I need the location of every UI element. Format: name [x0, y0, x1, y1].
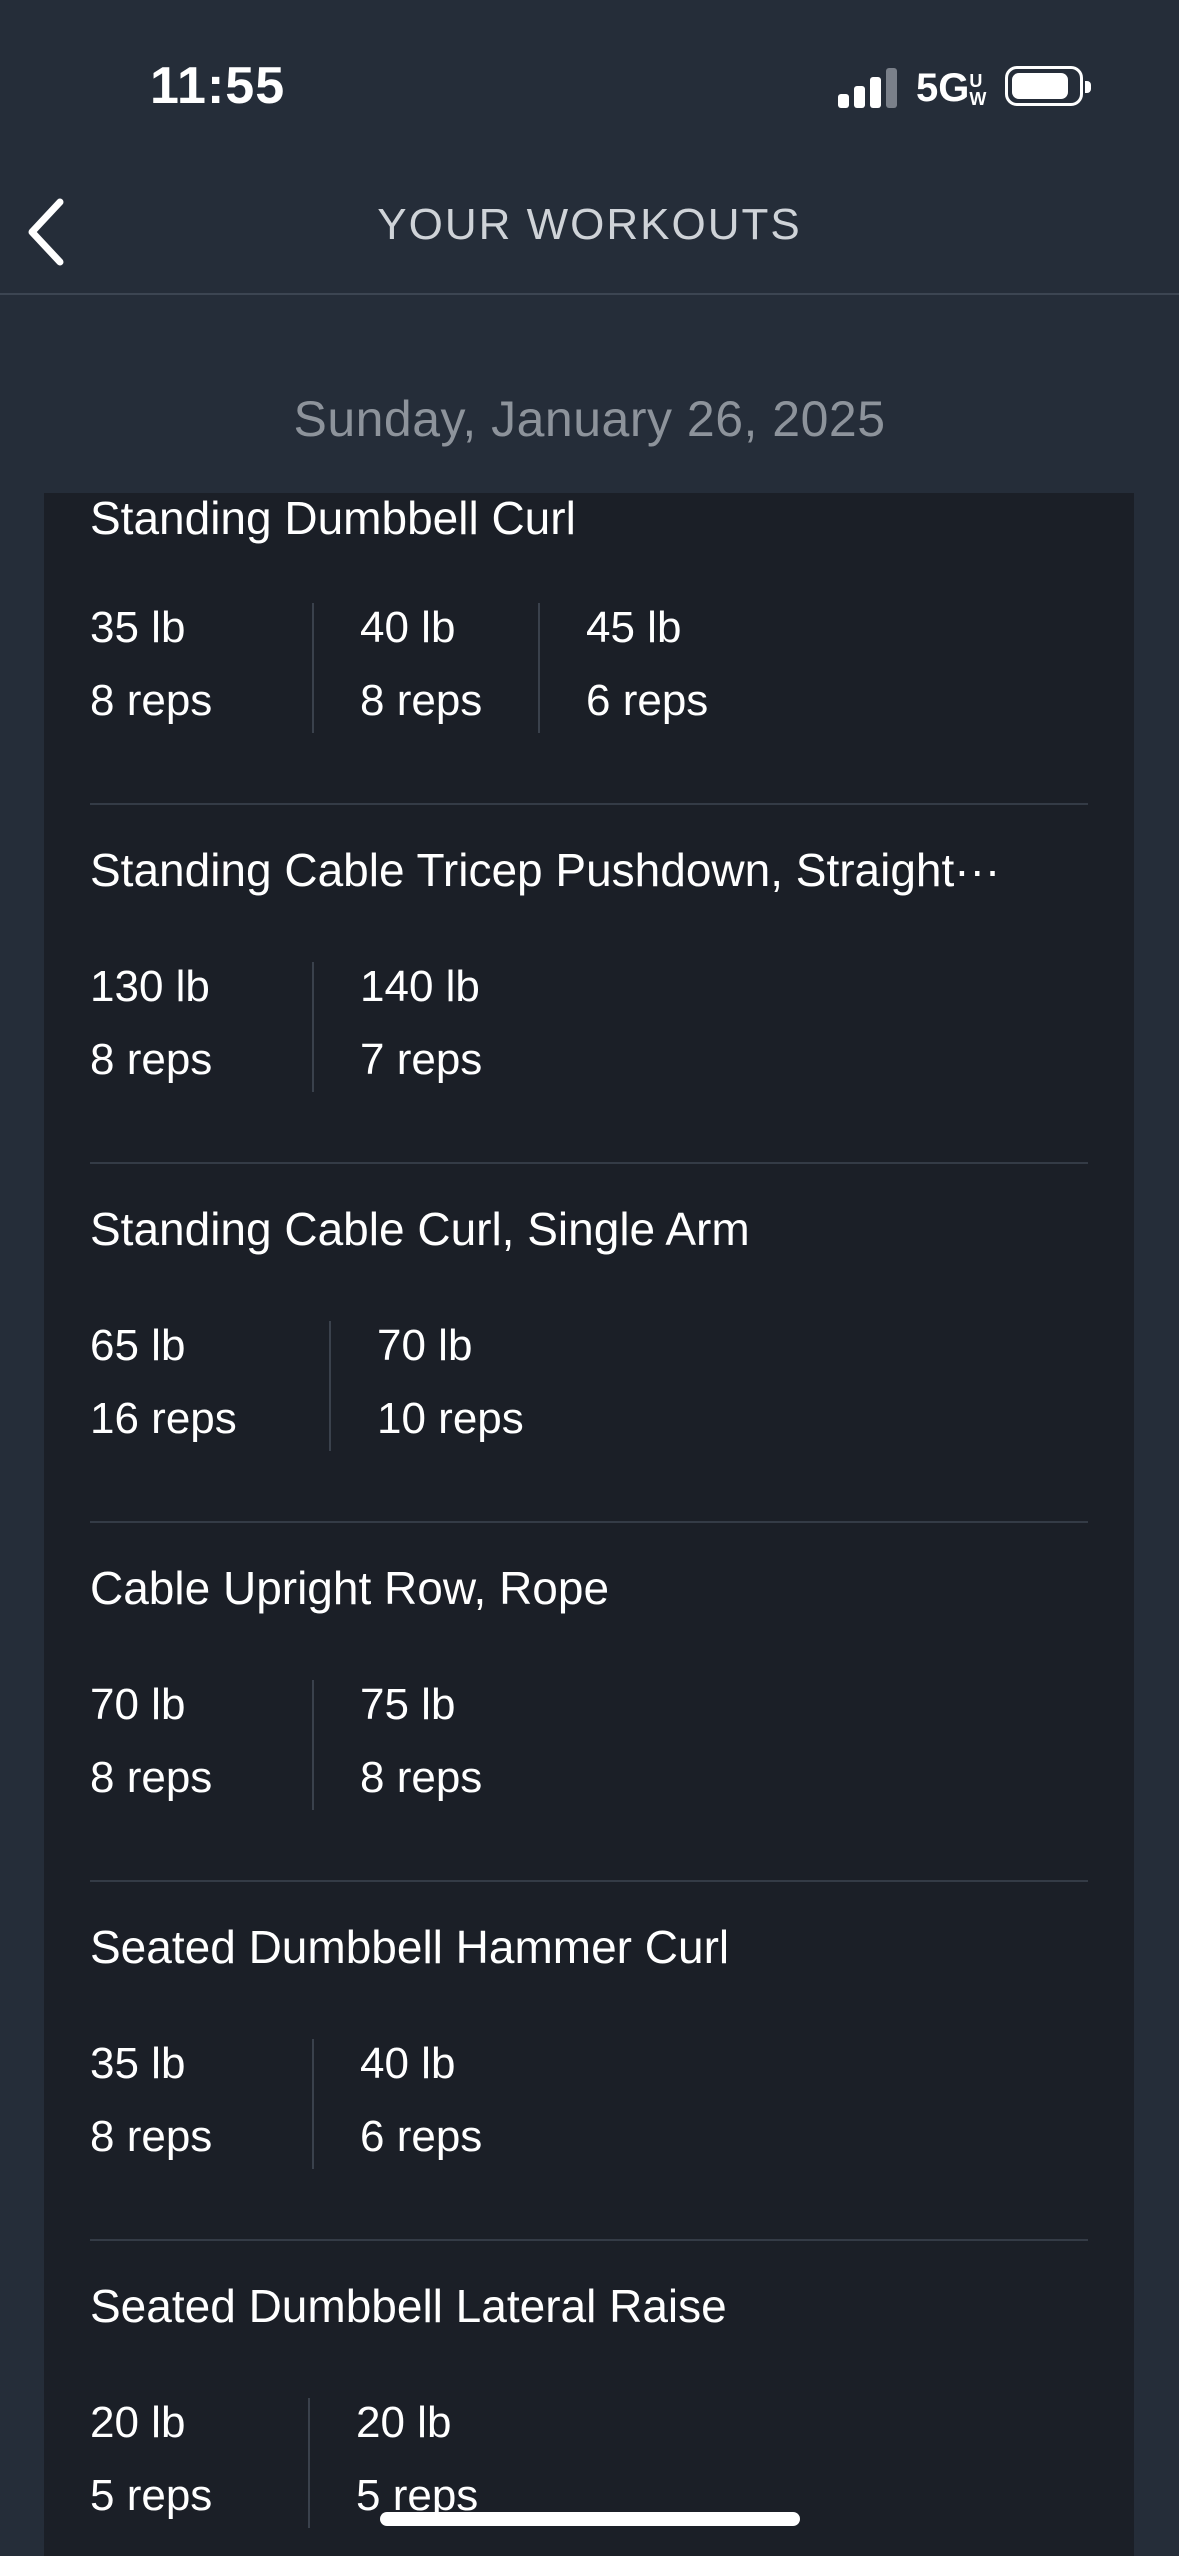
set-divider: [312, 1680, 314, 1810]
signal-icon: [838, 66, 898, 108]
set-reps: 6 reps: [586, 676, 709, 725]
set-reps: 8 reps: [90, 676, 213, 725]
set-reps: 10 reps: [377, 1394, 524, 1443]
set-divider: [312, 2039, 314, 2169]
set-list: 70 lb 8 reps 75 lb 8 reps: [90, 1680, 790, 1810]
set-divider: [312, 962, 314, 1092]
set-reps: 7 reps: [360, 1035, 483, 1084]
set-list: 130 lb 8 reps 140 lb 7 reps: [90, 962, 790, 1092]
set-divider: [312, 603, 314, 733]
set-list: 65 lb 16 reps 70 lb 10 reps: [90, 1321, 790, 1451]
exercise-item[interactable]: Standing Dumbbell Curl 35 lb 8 reps 40 l…: [44, 493, 1134, 805]
workout-date: Sunday, January 26, 2025: [293, 391, 886, 447]
set-weight: 70 lb: [377, 1321, 473, 1370]
exercise-item[interactable]: Cable Upright Row, Rope 70 lb 8 reps 75 …: [44, 1523, 1134, 1882]
exercise-item[interactable]: Seated Dumbbell Hammer Curl 35 lb 8 reps…: [44, 1882, 1134, 2241]
exercise-name: Seated Dumbbell Hammer Curl: [90, 1921, 730, 1973]
set-divider: [538, 603, 540, 733]
set-weight: 35 lb: [90, 603, 186, 652]
set-reps: 8 reps: [90, 1753, 213, 1802]
set-divider: [308, 2398, 310, 2528]
exercise-name: Standing Cable Curl, Single Arm: [90, 1203, 750, 1255]
exercise-name: Standing Dumbbell Curl: [90, 493, 576, 544]
set-weight: 20 lb: [90, 2398, 186, 2447]
network-sup: UW: [969, 71, 987, 109]
set-weight: 35 lb: [90, 2039, 186, 2088]
exercise-name: Cable Upright Row, Rope: [90, 1562, 610, 1614]
set-weight: 75 lb: [360, 1680, 456, 1729]
exercise-item[interactable]: Seated Dumbbell Lateral Raise 20 lb 5 re…: [44, 2241, 1134, 2556]
set-divider: [329, 1321, 331, 1451]
exercise-name: Standing Cable Tricep Pushdown, Straight…: [90, 844, 1001, 896]
set-reps: 8 reps: [360, 1753, 483, 1802]
set-weight: 70 lb: [90, 1680, 186, 1729]
set-weight: 20 lb: [356, 2398, 452, 2447]
set-reps: 8 reps: [90, 2112, 213, 2161]
network-label: 5G: [916, 66, 970, 110]
exercise-name: Seated Dumbbell Lateral Raise: [90, 2280, 727, 2332]
battery-icon: [1005, 66, 1091, 106]
status-time: 11:55: [150, 57, 286, 115]
screen: 11:55 5GUW YOUR WORKOUTS Sunday, January…: [0, 0, 1179, 2556]
set-weight: 140 lb: [360, 962, 480, 1011]
set-reps: 5 reps: [90, 2471, 213, 2520]
set-reps: 8 reps: [90, 1035, 213, 1084]
set-weight: 40 lb: [360, 2039, 456, 2088]
set-list: 20 lb 5 reps 20 lb 5 reps: [90, 2398, 790, 2528]
set-weight: 40 lb: [360, 603, 456, 652]
nav-bar: YOUR WORKOUTS: [0, 170, 1179, 295]
exercise-item[interactable]: Standing Cable Curl, Single Arm 65 lb 16…: [44, 1164, 1134, 1523]
set-reps: 16 reps: [90, 1394, 237, 1443]
workout-card: Standing Dumbbell Curl 35 lb 8 reps 40 l…: [44, 493, 1134, 2556]
set-weight: 130 lb: [90, 962, 210, 1011]
set-weight: 45 lb: [586, 603, 682, 652]
set-reps: 8 reps: [360, 676, 483, 725]
network-indicator: 5GUW: [916, 66, 987, 111]
set-weight: 65 lb: [90, 1321, 186, 1370]
page-title: YOUR WORKOUTS: [377, 200, 802, 249]
exercise-item[interactable]: Standing Cable Tricep Pushdown, Straight…: [44, 805, 1134, 1164]
set-reps: 6 reps: [360, 2112, 483, 2161]
set-list: 35 lb 8 reps 40 lb 6 reps: [90, 2039, 790, 2169]
status-bar: 11:55 5GUW: [0, 0, 1179, 170]
home-indicator[interactable]: [380, 2512, 800, 2526]
set-list: 35 lb 8 reps 40 lb 8 reps 45 lb 6 reps: [90, 603, 790, 733]
